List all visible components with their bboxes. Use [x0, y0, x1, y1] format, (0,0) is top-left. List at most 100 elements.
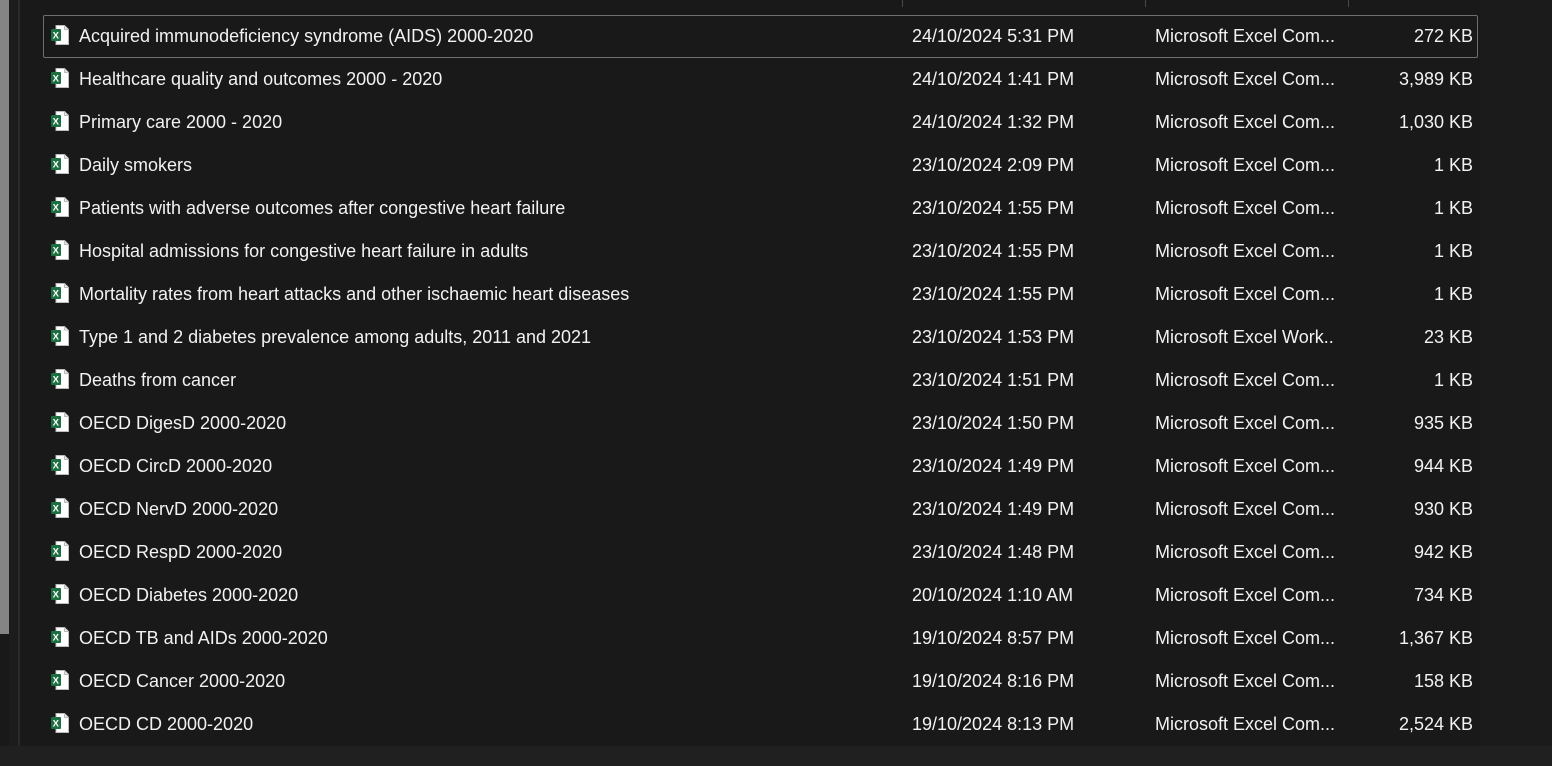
bottom-status-area	[0, 746, 1552, 766]
file-name: OECD NervD 2000-2020	[79, 499, 279, 519]
date-modified: 23/10/2024 1:48 PM	[912, 542, 1075, 562]
file-type: Microsoft Excel Com...	[1155, 413, 1335, 433]
file-list-view: a X Acquired immunodeficiency syndrome (AI…	[20, 0, 1483, 746]
svg-text:X: X	[53, 31, 60, 42]
file-row[interactable]: a X OECD Cancer 2000-2020 19/10/2024 8:16 P…	[43, 660, 1478, 703]
svg-text:a: a	[62, 635, 67, 644]
svg-text:a: a	[62, 205, 67, 214]
column-divider-date[interactable]	[902, 0, 903, 7]
navigation-pane-edge	[9, 0, 18, 766]
file-name: Hospital admissions for congestive heart…	[79, 241, 529, 261]
file-type: Microsoft Excel Com...	[1155, 542, 1335, 562]
svg-text:X: X	[53, 418, 60, 429]
file-row[interactable]: a X Hospital admissions for congestive hea…	[43, 230, 1478, 273]
file-name: OECD Cancer 2000-2020	[79, 671, 286, 691]
column-divider-size[interactable]	[1348, 0, 1349, 7]
file-row[interactable]: a X Patients with adverse outcomes after c…	[43, 187, 1478, 230]
file-type: Microsoft Excel Com...	[1155, 671, 1335, 691]
file-type: Microsoft Excel Com...	[1155, 69, 1335, 89]
file-size: 1,030 KB	[1398, 112, 1473, 132]
file-size: 1 KB	[1433, 370, 1473, 390]
excel-csv-icon: aX	[51, 541, 69, 566]
file-size: 944 KB	[1413, 456, 1473, 476]
date-modified: 23/10/2024 1:55 PM	[912, 241, 1075, 261]
date-modified: 23/10/2024 1:49 PM	[912, 456, 1075, 476]
file-type: Microsoft Excel Com...	[1155, 155, 1335, 175]
svg-text:X: X	[53, 74, 60, 85]
svg-text:a: a	[62, 592, 67, 601]
date-modified: 24/10/2024 1:41 PM	[912, 69, 1075, 89]
excel-csv-icon: aX	[51, 627, 69, 652]
svg-text:X: X	[53, 590, 60, 601]
file-row[interactable]: a X Mortality rates from heart attacks and…	[43, 273, 1478, 316]
file-size: 1 KB	[1433, 198, 1473, 218]
excel-csv-icon: aX	[51, 25, 69, 50]
file-type: Microsoft Excel Com...	[1155, 284, 1335, 304]
file-name: Patients with adverse outcomes after con…	[79, 198, 566, 218]
file-row[interactable]: a X OECD TB and AIDs 2000-2020 19/10/2024 8…	[43, 617, 1478, 660]
excel-csv-icon: aX	[51, 412, 69, 437]
date-modified: 19/10/2024 8:13 PM	[912, 714, 1075, 734]
file-size: 1,367 KB	[1398, 628, 1473, 648]
file-name: Daily smokers	[79, 155, 193, 175]
excel-csv-icon: aX	[51, 584, 69, 609]
file-size: 3,989 KB	[1398, 69, 1473, 89]
file-row[interactable]: a X OECD CD 2000-2020 19/10/2024 8:13 PM Mic…	[43, 703, 1478, 746]
svg-text:a: a	[62, 549, 67, 558]
file-row[interactable]: a X Deaths from cancer 23/10/2024 1:51 PM Mi…	[43, 359, 1478, 402]
date-modified: 23/10/2024 1:55 PM	[912, 284, 1075, 304]
file-type: Microsoft Excel Com...	[1155, 628, 1335, 648]
date-modified: 23/10/2024 2:09 PM	[912, 155, 1075, 175]
file-size: 272 KB	[1413, 26, 1473, 46]
file-name: Mortality rates from heart attacks and o…	[79, 284, 630, 304]
file-row[interactable]: X Type 1 and 2 diabetes prevalence among …	[43, 316, 1478, 359]
svg-text:X: X	[53, 160, 60, 171]
file-type: Microsoft Excel Com...	[1155, 241, 1335, 261]
file-type: Microsoft Excel Com...	[1155, 112, 1335, 132]
file-row[interactable]: a X Daily smokers 23/10/2024 2:09 PM Microso…	[43, 144, 1478, 187]
file-name: Primary care 2000 - 2020	[79, 112, 283, 132]
file-size: 1 KB	[1433, 155, 1473, 175]
excel-csv-icon: aX	[51, 713, 69, 738]
file-type: Microsoft Excel Com...	[1155, 585, 1335, 605]
file-row[interactable]: a X Healthcare quality and outcomes 2000 -…	[43, 58, 1478, 101]
left-pane-scrollbar[interactable]	[0, 0, 9, 634]
svg-text:X: X	[53, 246, 60, 257]
svg-text:a: a	[62, 506, 67, 515]
excel-csv-icon: aX	[51, 283, 69, 308]
file-size: 1 KB	[1433, 241, 1473, 261]
svg-text:a: a	[62, 463, 67, 472]
file-size: 935 KB	[1413, 413, 1473, 433]
file-row[interactable]: a X OECD NervD 2000-2020 23/10/2024 1:49 PM…	[43, 488, 1478, 531]
file-type: Microsoft Excel Com...	[1155, 26, 1335, 46]
right-margin	[1480, 0, 1552, 746]
svg-text:a: a	[62, 76, 67, 85]
file-type: Microsoft Excel Com...	[1155, 370, 1335, 390]
svg-text:a: a	[62, 678, 67, 687]
svg-text:X: X	[53, 719, 60, 730]
excel-csv-icon: aX	[51, 240, 69, 265]
file-size: 734 KB	[1413, 585, 1473, 605]
file-type: Microsoft Excel Com...	[1155, 198, 1335, 218]
file-row[interactable]: a X Primary care 2000 - 2020 24/10/2024 1:3…	[43, 101, 1478, 144]
excel-csv-icon: aX	[51, 670, 69, 695]
file-row[interactable]: a X OECD Diabetes 2000-2020 20/10/2024 1:10…	[43, 574, 1478, 617]
excel-csv-icon: aX	[51, 68, 69, 93]
svg-text:a: a	[62, 721, 67, 730]
file-row[interactable]: a X Acquired immunodeficiency syndrome (AI…	[43, 15, 1478, 58]
file-name: Healthcare quality and outcomes 2000 - 2…	[79, 69, 443, 89]
file-row[interactable]: a X OECD RespD 2000-2020 23/10/2024 1:48 PM…	[43, 531, 1478, 574]
file-row[interactable]: a X OECD CircD 2000-2020 23/10/2024 1:49 PM…	[43, 445, 1478, 488]
file-size: 1 KB	[1433, 284, 1473, 304]
column-divider-type[interactable]	[1145, 0, 1146, 7]
file-type: Microsoft Excel Work...	[1155, 327, 1335, 347]
file-name: Deaths from cancer	[79, 370, 237, 390]
svg-text:X: X	[53, 289, 60, 300]
file-name: OECD RespD 2000-2020	[79, 542, 283, 562]
file-name: OECD CircD 2000-2020	[79, 456, 273, 476]
svg-text:a: a	[62, 162, 67, 171]
file-row[interactable]: a X OECD DigesD 2000-2020 23/10/2024 1:50 P…	[43, 402, 1478, 445]
excel-workbook-icon: X	[51, 326, 69, 351]
svg-text:X: X	[53, 676, 60, 687]
date-modified: 23/10/2024 1:55 PM	[912, 198, 1075, 218]
